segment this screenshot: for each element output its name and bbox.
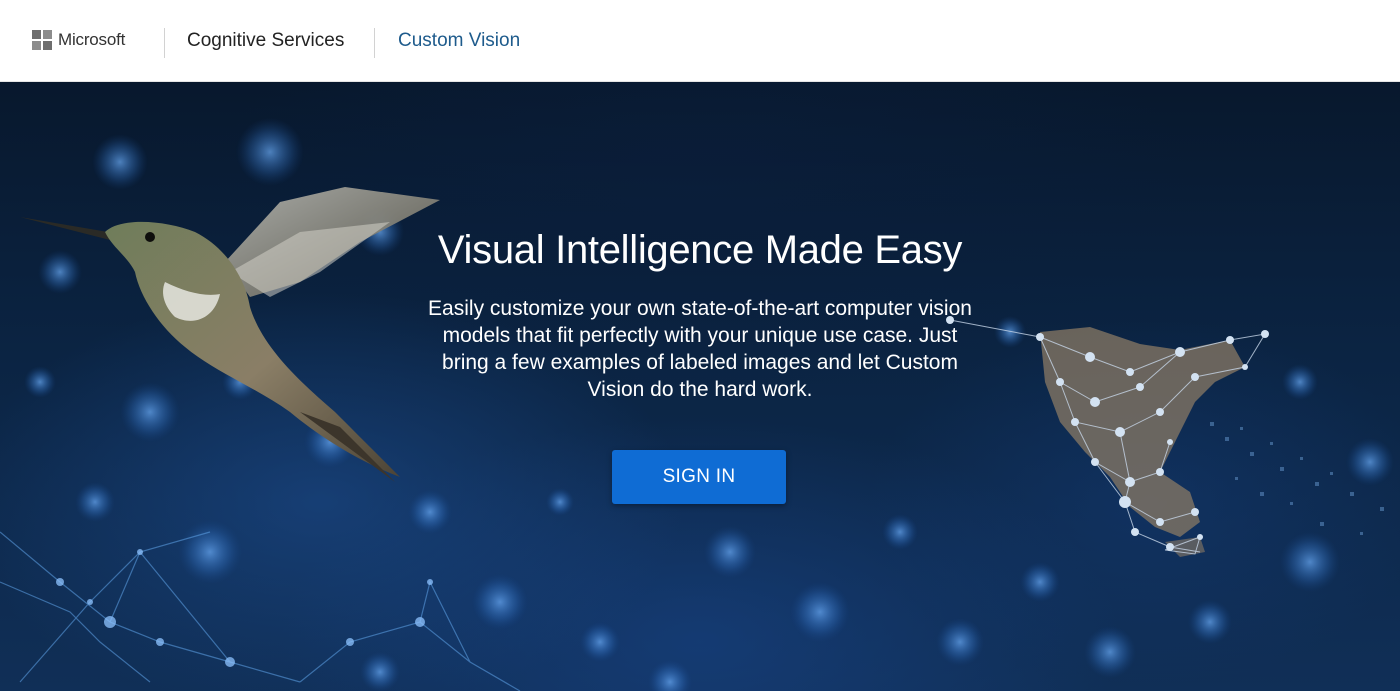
hero-description: Easily customize your own state-of-the-a… <box>428 297 972 401</box>
top-navigation-bar: Microsoft Cognitive Services Custom Visi… <box>0 0 1400 82</box>
microsoft-logo-icon <box>32 30 52 50</box>
network-mesh <box>0 531 521 691</box>
nav-link-custom-vision[interactable]: Custom Vision <box>398 30 520 52</box>
hero-title: Visual Intelligence Made Easy <box>437 228 963 272</box>
network-world-map <box>946 316 1384 557</box>
hero-section: Visual Intelligence Made Easy Easily cus… <box>0 82 1400 691</box>
microsoft-brand-link[interactable]: Microsoft <box>58 30 125 50</box>
nav-link-cognitive-services[interactable]: Cognitive Services <box>187 30 344 52</box>
nav-divider <box>164 28 165 58</box>
nav-divider <box>374 28 375 58</box>
sign-in-button[interactable]: SIGN IN <box>612 450 786 504</box>
